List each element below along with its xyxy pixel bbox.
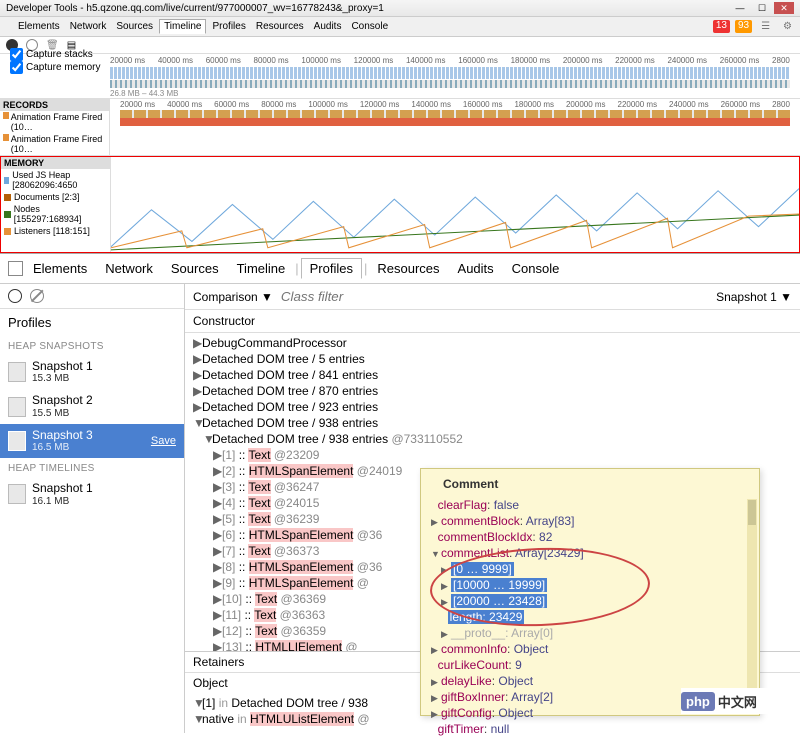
popup-property-row[interactable]: curLikeCount: 9 — [431, 657, 749, 673]
record-profile-button[interactable] — [8, 289, 22, 303]
popup-property-row[interactable]: [10000 … 19999] — [431, 577, 749, 593]
warning-count-badge[interactable]: 93 — [735, 20, 752, 33]
snapshot-item[interactable]: Snapshot 215.5 MB — [0, 389, 184, 423]
memory-section: MEMORY Used JS Heap [28062096:4650Docume… — [0, 156, 800, 253]
drawer-icon[interactable]: ☰ — [757, 20, 774, 33]
window-min-button[interactable]: — — [730, 2, 750, 14]
dock-icon[interactable] — [4, 26, 12, 28]
save-snapshot-link[interactable]: Save — [151, 435, 176, 447]
records-section: RECORDS Animation Frame Fired (10… Anima… — [0, 99, 800, 156]
tree-row[interactable]: Detached DOM tree / 5 entries — [189, 351, 800, 367]
memory-legend-item[interactable]: Listeners [118:151] — [1, 225, 110, 237]
tab-resources[interactable]: Resources — [252, 20, 308, 33]
tree-row[interactable]: Detached DOM tree / 841 entries — [189, 367, 800, 383]
tab-network[interactable]: Network — [66, 20, 111, 33]
capture-memory-checkbox[interactable]: Capture memory — [10, 61, 100, 74]
popup-property-row[interactable]: [0 … 9999] — [431, 561, 749, 577]
constructor-column-header[interactable]: Constructor — [185, 310, 800, 333]
timeline-item[interactable]: Snapshot 116.1 MB — [0, 477, 184, 511]
tree-row[interactable]: DebugCommandProcessor — [189, 335, 800, 351]
tree-row[interactable]: [1] :: Text @23209 — [189, 447, 800, 463]
popup-scrollbar[interactable] — [747, 499, 757, 699]
class-filter-input[interactable] — [281, 289, 708, 304]
popup-property-row[interactable]: giftTimer: null — [431, 721, 749, 737]
tab-console[interactable]: Console — [347, 20, 392, 33]
popup-property-row[interactable]: delayLike: Object — [431, 673, 749, 689]
popup-property-row[interactable]: __proto__: Array[0] — [431, 625, 749, 641]
record-row[interactable]: Animation Frame Fired (10… — [0, 111, 109, 133]
tab-timeline[interactable]: Timeline — [159, 19, 206, 34]
timeline-toolbar: 🗑 ▤ — [0, 37, 800, 54]
timeline-overview[interactable]: 20000 ms40000 ms60000 ms80000 ms100000 m… — [0, 54, 800, 99]
settings-icon[interactable]: ⚙ — [779, 20, 796, 33]
tab-profiles[interactable]: Profiles — [301, 258, 362, 279]
tree-row[interactable]: Detached DOM tree / 938 entries @7331105… — [189, 431, 800, 447]
popup-property-row[interactable]: length: 23429 — [431, 609, 749, 625]
popup-property-row[interactable]: commentBlock: Array[83] — [431, 513, 749, 529]
popup-property-row[interactable]: commentList: Array[23429] — [431, 545, 749, 561]
popup-property-row[interactable]: commentBlockIdx: 82 — [431, 529, 749, 545]
dock-icon[interactable] — [8, 261, 23, 276]
profiles-sidebar: Profiles HEAP SNAPSHOTS Snapshot 115.3 M… — [0, 284, 185, 733]
tab-elements[interactable]: Elements — [25, 259, 95, 278]
window-close-button[interactable]: ✕ — [774, 2, 794, 14]
tab-console[interactable]: Console — [504, 259, 568, 278]
heap-timelines-label: HEAP TIMELINES — [0, 458, 184, 477]
popup-title: Comment — [431, 475, 749, 497]
tab-audits[interactable]: Audits — [310, 20, 346, 33]
record-row[interactable]: Animation Frame Fired (10… — [0, 133, 109, 155]
tab-audits[interactable]: Audits — [450, 259, 502, 278]
tab-resources[interactable]: Resources — [369, 259, 447, 278]
tree-row[interactable]: Detached DOM tree / 923 entries — [189, 399, 800, 415]
error-count-badge[interactable]: 13 — [713, 20, 730, 33]
tree-row[interactable]: Detached DOM tree / 938 entries — [189, 415, 800, 431]
snapshot-item[interactable]: Snapshot 316.5 MBSave — [0, 424, 184, 458]
devtools-tabs-2: Elements Network Sources Timeline | Prof… — [0, 254, 800, 283]
tab-elements[interactable]: Elements — [14, 20, 64, 33]
memory-legend-item[interactable]: Nodes [155297:168934] — [1, 203, 110, 225]
devtools-top-tabs: Elements Network Sources Timeline Profil… — [0, 17, 800, 37]
profiles-header: Profiles — [0, 309, 184, 336]
tab-network[interactable]: Network — [97, 259, 161, 278]
tab-timeline[interactable]: Timeline — [229, 259, 294, 278]
memory-legend-item[interactable]: Used JS Heap [28062096:4650 — [1, 169, 110, 191]
capture-stacks-checkbox[interactable]: Capture stacks — [10, 48, 100, 61]
tab-sources[interactable]: Sources — [112, 20, 157, 33]
popup-property-row[interactable]: commonInfo: Object — [431, 641, 749, 657]
window-title-text: Developer Tools - h5.qzone.qq.com/live/c… — [6, 3, 384, 14]
window-titlebar: Developer Tools - h5.qzone.qq.com/live/c… — [0, 0, 800, 17]
memory-range-label: 26.8 MB – 44.3 MB — [0, 89, 800, 98]
clear-profiles-button[interactable] — [30, 289, 44, 303]
snapshot-item[interactable]: Snapshot 115.3 MB — [0, 355, 184, 389]
popup-property-row[interactable]: clearFlag: false — [431, 497, 749, 513]
window-max-button[interactable]: ☐ — [752, 2, 772, 14]
baseline-dropdown[interactable]: Snapshot 1 ▼ — [716, 290, 792, 304]
tree-row[interactable]: Detached DOM tree / 870 entries — [189, 383, 800, 399]
tab-sources[interactable]: Sources — [163, 259, 227, 278]
watermark-logo: php中文网 — [681, 688, 796, 714]
memory-chart[interactable] — [111, 157, 799, 252]
tab-profiles[interactable]: Profiles — [208, 20, 249, 33]
heap-snapshots-label: HEAP SNAPSHOTS — [0, 336, 184, 355]
records-header: RECORDS — [0, 99, 109, 111]
popup-property-row[interactable]: [20000 … 23428] — [431, 593, 749, 609]
object-preview-popup: Comment clearFlag: falsecommentBlock: Ar… — [420, 468, 760, 716]
memory-header: MEMORY — [1, 157, 110, 169]
view-mode-dropdown[interactable]: Comparison ▼ — [193, 290, 273, 304]
memory-legend-item[interactable]: Documents [2:3] — [1, 191, 110, 203]
